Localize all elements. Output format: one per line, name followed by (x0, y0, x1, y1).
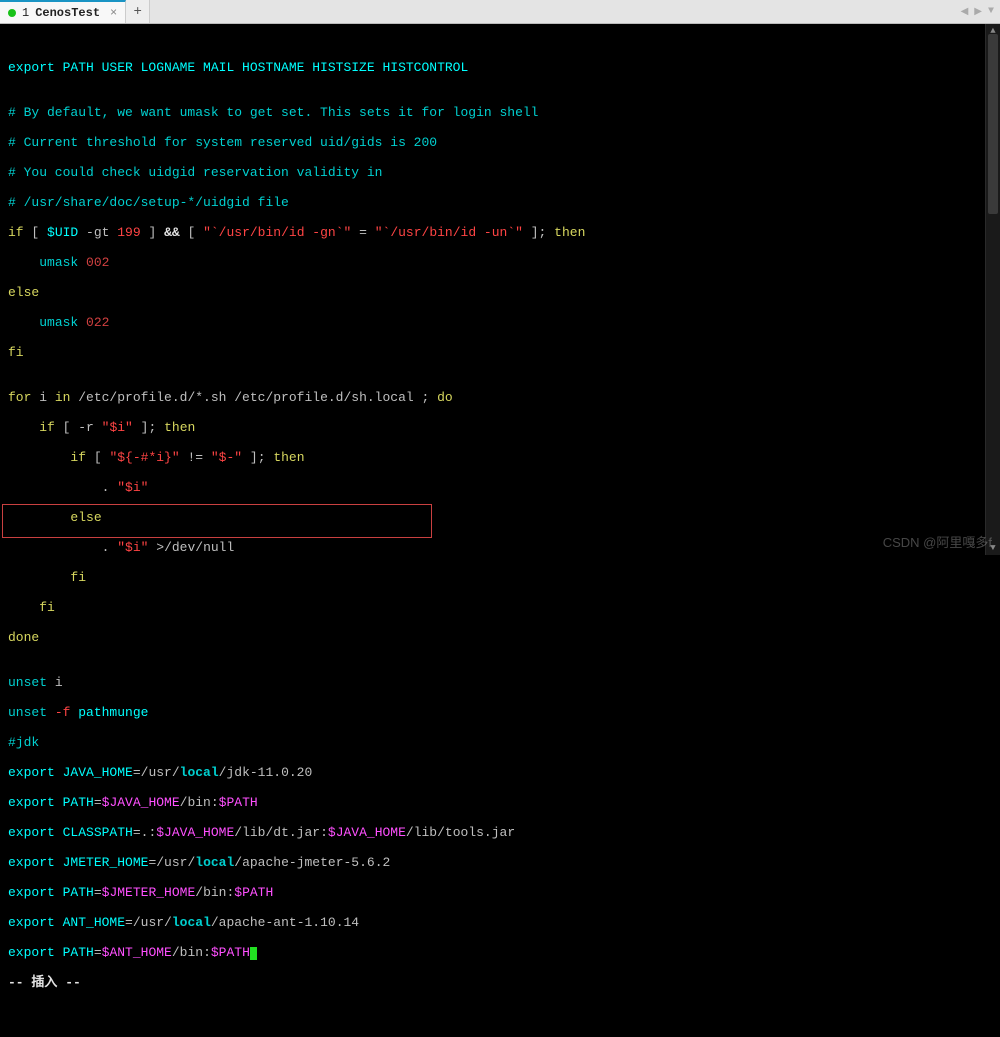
code-line: fi (8, 570, 992, 585)
code-line: export PATH USER LOGNAME MAIL HOSTNAME H… (8, 60, 992, 75)
code-line: #jdk (8, 735, 992, 750)
tab-nav-left-icon[interactable]: ◀ (959, 6, 971, 18)
tab-close-icon[interactable]: × (110, 6, 117, 20)
code-line: umask 002 (8, 255, 992, 270)
code-line: for i in /etc/profile.d/*.sh /etc/profil… (8, 390, 992, 405)
code-line: # You could check uidgid reservation val… (8, 165, 992, 180)
code-line: if [ $UID -gt 199 ] && [ "`/usr/bin/id -… (8, 225, 992, 240)
code-line: if [ -r "$i" ]; then (8, 420, 992, 435)
tab-nav-right-icon[interactable]: ▶ (972, 6, 984, 18)
code-line: umask 022 (8, 315, 992, 330)
code-line: export ANT_HOME=/usr/local/apache-ant-1.… (8, 915, 992, 930)
code-line: if [ "${-#*i}" != "$-" ]; then (8, 450, 992, 465)
code-line: # /usr/share/doc/setup-*/uidgid file (8, 195, 992, 210)
terminal-viewport[interactable]: export PATH USER LOGNAME MAIL HOSTNAME H… (0, 24, 1000, 1037)
code-line: else (8, 510, 992, 525)
plus-icon: + (134, 4, 142, 20)
code-line: # By default, we want umask to get set. … (8, 105, 992, 120)
tab-status-dot (8, 9, 16, 17)
tab-nav: ◀ ▶ ▼ (959, 0, 1000, 23)
tab-title: CenosTest (35, 6, 100, 20)
tab-nav-menu-icon[interactable]: ▼ (986, 6, 996, 17)
code-line: else (8, 285, 992, 300)
code-line: unset -f pathmunge (8, 705, 992, 720)
code-line: . "$i" >/dev/null (8, 540, 992, 555)
code-line: unset i (8, 675, 992, 690)
tab-active[interactable]: 1 CenosTest × (0, 0, 126, 23)
scrollbar-thumb[interactable] (988, 34, 998, 214)
new-tab-button[interactable]: + (126, 0, 150, 23)
code-line: fi (8, 345, 992, 360)
code-line: export JAVA_HOME=/usr/local/jdk-11.0.20 (8, 765, 992, 780)
code-line: done (8, 630, 992, 645)
vim-mode-status: -- 插入 -- (8, 975, 992, 990)
tab-index: 1 (22, 6, 29, 20)
code-line: export PATH=$ANT_HOME/bin:$PATH (8, 945, 992, 960)
scroll-down-icon[interactable]: ▼ (986, 541, 1000, 555)
code-line: . "$i" (8, 480, 992, 495)
code-line: export CLASSPATH=.:$JAVA_HOME/lib/dt.jar… (8, 825, 992, 840)
code-line: export PATH=$JAVA_HOME/bin:$PATH (8, 795, 992, 810)
tab-bar: 1 CenosTest × + ◀ ▶ ▼ (0, 0, 1000, 24)
code-line: fi (8, 600, 992, 615)
code-line: export JMETER_HOME=/usr/local/apache-jme… (8, 855, 992, 870)
cursor (250, 947, 257, 960)
vertical-scrollbar[interactable]: ▲ ▼ (985, 24, 1000, 555)
code-line: # Current threshold for system reserved … (8, 135, 992, 150)
code-line: export PATH=$JMETER_HOME/bin:$PATH (8, 885, 992, 900)
